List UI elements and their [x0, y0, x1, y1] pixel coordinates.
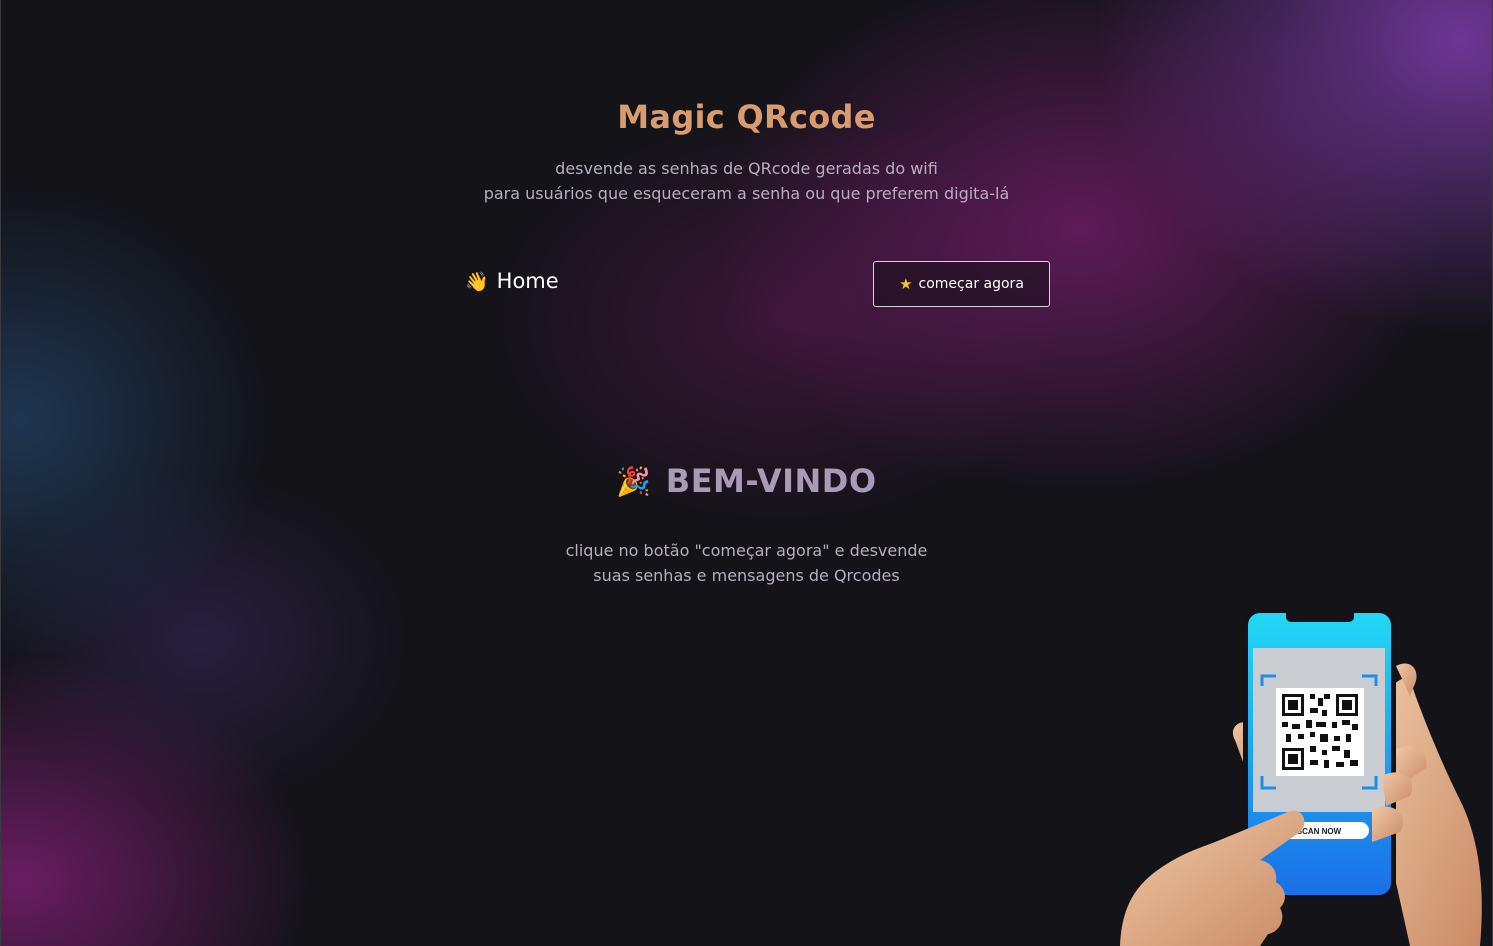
- phone-qr-illustration: SCAN NOW: [1110, 600, 1493, 946]
- app-title: Magic QRcode: [617, 98, 876, 136]
- star-icon: ★: [899, 275, 913, 293]
- party-popper-icon: 🎉: [616, 464, 652, 498]
- start-now-label: começar agora: [918, 276, 1024, 292]
- app-subtitle: desvende as senhas de QRcode geradas do …: [0, 156, 1493, 206]
- welcome-text-line-1: clique no botão "começar agora" e desven…: [565, 541, 928, 560]
- subtitle-line-2: para usuários que esqueceram a senha ou …: [483, 184, 1010, 203]
- welcome-text: clique no botão "começar agora" e desven…: [0, 538, 1493, 588]
- subtitle-line-1: desvende as senhas de QRcode geradas do …: [555, 159, 938, 178]
- welcome-text-line-2: suas senhas e mensagens de Qrcodes: [593, 566, 900, 585]
- welcome-title-text: BEM-VINDO: [665, 462, 877, 500]
- nav-home-link[interactable]: 👋 Home: [465, 269, 559, 293]
- welcome-title: 🎉 BEM-VINDO: [616, 462, 876, 500]
- welcome-section: 🎉 BEM-VINDO clique no botão "começar ago…: [0, 462, 1493, 588]
- phone-qr-illustration-svg: SCAN NOW: [1120, 608, 1482, 946]
- start-now-button[interactable]: ★ começar agora: [873, 261, 1050, 307]
- page-header: Magic QRcode desvende as senhas de QRcod…: [0, 98, 1493, 206]
- scan-now-label: SCAN NOW: [1297, 827, 1342, 836]
- nav-home-label: Home: [496, 269, 559, 293]
- main-nav: 👋 Home ★ começar agora: [465, 261, 1050, 307]
- waving-hand-icon: 👋: [465, 270, 489, 293]
